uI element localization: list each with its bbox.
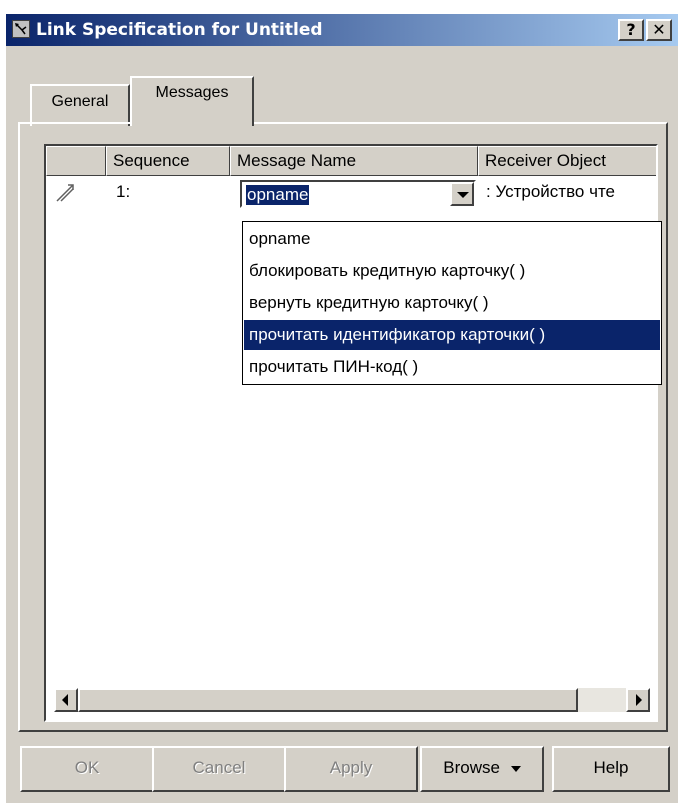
- caret-down-icon: [510, 765, 521, 772]
- tab-messages[interactable]: Messages: [130, 76, 254, 126]
- browse-label: Browse: [443, 758, 500, 777]
- tab-general[interactable]: General: [30, 84, 130, 126]
- link-specification-dialog: Link Specification for Untitled ? ✕ Gene…: [6, 14, 678, 803]
- scroll-thumb[interactable]: [78, 688, 578, 712]
- app-icon: [12, 20, 30, 38]
- combo-dropdown-button[interactable]: [450, 182, 474, 206]
- dropdown-item[interactable]: opname: [244, 224, 660, 254]
- column-header-icon[interactable]: [46, 146, 106, 176]
- apply-button[interactable]: Apply: [284, 746, 418, 792]
- ok-button[interactable]: OK: [20, 746, 154, 792]
- browse-button[interactable]: Browse: [420, 746, 544, 792]
- scroll-right-button[interactable]: [626, 688, 650, 712]
- help-title-button[interactable]: ?: [618, 19, 644, 41]
- row-sequence[interactable]: 1:: [116, 182, 130, 202]
- dropdown-item[interactable]: блокировать кредитную карточку( ): [244, 256, 660, 286]
- arrow-right-icon: [636, 694, 642, 706]
- chevron-down-icon: [457, 192, 469, 198]
- combo-selected-value[interactable]: opname: [246, 185, 310, 205]
- dropdown-item[interactable]: вернуть кредитную карточку( ): [244, 288, 660, 318]
- horizontal-scrollbar[interactable]: [54, 688, 650, 712]
- message-link-icon: [54, 182, 76, 209]
- row-receiver[interactable]: : Устройство чте: [486, 182, 615, 202]
- cancel-button[interactable]: Cancel: [152, 746, 286, 792]
- column-header-sequence[interactable]: Sequence: [106, 146, 230, 176]
- column-header-receiver-object[interactable]: Receiver Object: [478, 146, 656, 176]
- title-bar[interactable]: Link Specification for Untitled ? ✕: [6, 14, 678, 46]
- message-name-dropdown-list[interactable]: opname блокировать кредитную карточку( )…: [242, 221, 662, 385]
- help-button[interactable]: Help: [552, 746, 670, 792]
- column-header-message-name[interactable]: Message Name: [230, 146, 478, 176]
- message-name-combo[interactable]: opname: [240, 180, 476, 208]
- close-button[interactable]: ✕: [646, 19, 672, 41]
- arrow-left-icon: [62, 694, 68, 706]
- scroll-left-button[interactable]: [54, 688, 78, 712]
- dropdown-item[interactable]: прочитать ПИН-код( ): [244, 352, 660, 382]
- window-title: Link Specification for Untitled: [36, 20, 323, 40]
- dropdown-item-selected[interactable]: прочитать идентификатор карточки( ): [244, 320, 660, 350]
